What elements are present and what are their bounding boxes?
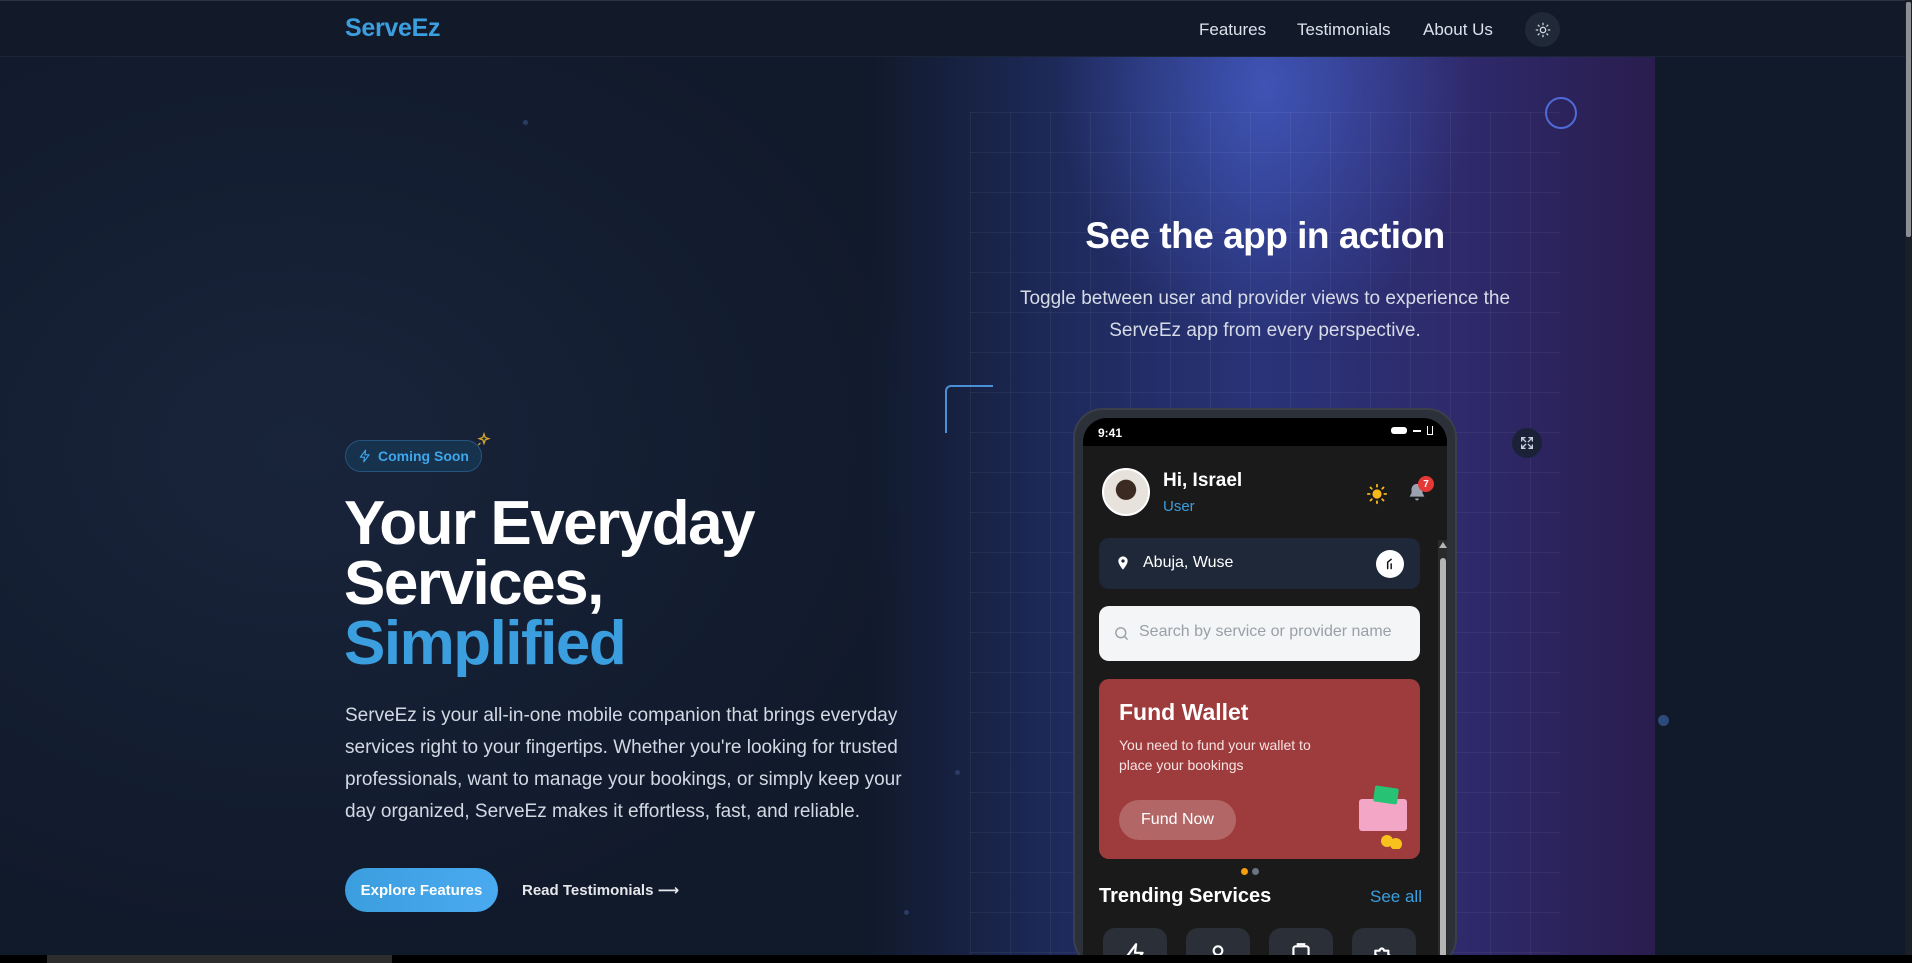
logo[interactable]: ServeEz [345, 14, 441, 43]
locate-button[interactable] [1376, 550, 1404, 578]
user-role: User [1163, 498, 1195, 515]
see-all-link[interactable]: See all [1370, 887, 1422, 907]
page-scroll-thumb[interactable] [1906, 2, 1911, 237]
showcase-subtitle: Toggle between user and provider views t… [1019, 288, 1511, 341]
user-greeting: Hi, Israel [1163, 470, 1243, 491]
badge-label: Coming Soon [378, 448, 469, 464]
search-icon [1115, 627, 1128, 640]
wallet-description: You need to fund your wallet to place yo… [1119, 737, 1311, 773]
decorative-ring [1545, 97, 1577, 129]
decorative-bracket [945, 385, 993, 433]
nav-link-testimonials[interactable]: Testimonials [1297, 20, 1391, 40]
showcase-title: See the app in action [1085, 215, 1445, 256]
expand-icon [1521, 437, 1533, 449]
sun-icon [1535, 22, 1550, 37]
fund-now-button[interactable]: Fund Now [1119, 800, 1236, 840]
phone-screen: 9:41 Hi, Israel User 7 Abuja, Wuse Searc… [1083, 418, 1447, 963]
notification-badge: 7 [1418, 476, 1434, 492]
fund-wallet-card: Fund Wallet You need to fund your wallet… [1099, 679, 1420, 859]
top-navbar: ServeEz Features Testimonials About Us [0, 0, 1905, 57]
decorative-dot [955, 770, 960, 775]
battery-icon [1391, 427, 1407, 434]
decorative-dot [904, 910, 909, 915]
sun-icon[interactable] [1366, 483, 1388, 505]
wallet-title: Fund Wallet [1119, 699, 1249, 725]
hero-title-accent: Simplified [344, 609, 627, 678]
location-bar[interactable]: Abuja, Wuse [1099, 538, 1420, 589]
avatar[interactable] [1102, 468, 1150, 516]
wallet-illustration [1359, 785, 1407, 849]
phone-scroll-thumb[interactable] [1440, 558, 1446, 963]
nav-link-about-us[interactable]: About Us [1423, 20, 1493, 40]
hero-title-line2: Services, [344, 549, 604, 618]
decorative-dot [523, 120, 528, 125]
search-bar[interactable]: Search by service or provider name [1099, 606, 1420, 661]
nav-link-features[interactable]: Features [1199, 20, 1266, 40]
hero-title: Your Everyday Services, Simplified [344, 493, 756, 675]
phone-mockup: 9:41 Hi, Israel User 7 Abuja, Wuse Searc… [1073, 408, 1457, 963]
location-pin-icon [1118, 556, 1128, 570]
status-icons [1391, 426, 1433, 435]
bolt-icon [359, 449, 370, 463]
carousel-dots[interactable] [1241, 868, 1259, 875]
taskbar-item[interactable] [47, 955, 392, 963]
wifi-icon [1413, 429, 1421, 432]
fullscreen-button[interactable] [1512, 428, 1542, 458]
carousel-dot-active[interactable] [1241, 868, 1248, 875]
coming-soon-badge: Coming Soon [345, 440, 482, 472]
status-bar: 9:41 [1083, 418, 1447, 446]
hero-title-line1: Your Everyday [344, 489, 756, 558]
carousel-dot[interactable] [1252, 868, 1259, 875]
theme-toggle-button[interactable] [1525, 12, 1560, 47]
status-time: 9:41 [1098, 426, 1123, 440]
location-text: Abuja, Wuse [1143, 554, 1234, 571]
trending-services-title: Trending Services [1099, 885, 1272, 907]
signal-icon [1427, 426, 1433, 435]
scroll-up-arrow[interactable] [1439, 542, 1447, 548]
sparkle-icon [477, 432, 491, 446]
decorative-dot [1658, 715, 1669, 726]
explore-features-button[interactable]: Explore Features [345, 868, 498, 912]
locate-icon [1386, 558, 1392, 570]
search-input[interactable]: Search by service or provider name [1139, 623, 1407, 641]
hero-description: ServeEz is your all-in-one mobile compan… [345, 705, 902, 822]
read-testimonials-link[interactable]: Read Testimonials ⟶ [522, 881, 679, 899]
